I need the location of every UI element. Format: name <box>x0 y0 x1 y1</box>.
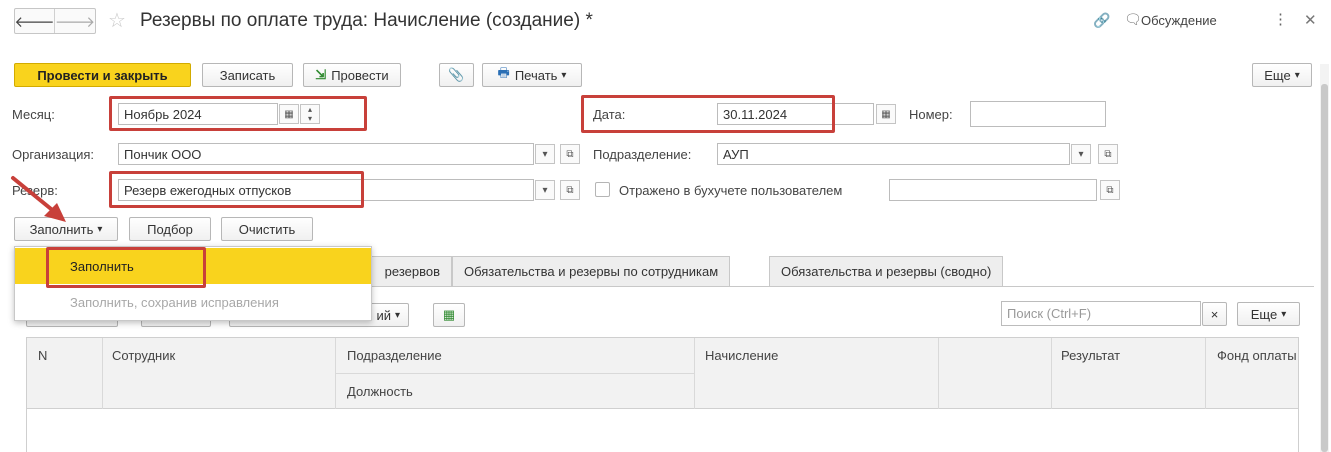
print-button-label: Печать <box>514 67 558 83</box>
open-icon[interactable]: ⧉ <box>1098 144 1118 164</box>
fill-dropdown-menu: Заполнить Заполнить, сохранив исправлени… <box>14 246 372 321</box>
back-icon[interactable]: 🡐 <box>14 9 55 33</box>
save-button[interactable]: Записать <box>202 63 293 87</box>
column-header-n[interactable]: N <box>38 348 47 363</box>
calendar-icon[interactable]: ▦ <box>876 104 896 124</box>
reflected-input[interactable] <box>889 179 1097 201</box>
star-icon[interactable]: ☆ <box>108 8 126 33</box>
dropdown-glyph: ▾ <box>542 184 548 196</box>
post-icon: ⇲ <box>315 67 327 82</box>
open-icon[interactable]: ⧉ <box>1100 180 1120 200</box>
search-input[interactable]: Поиск (Ctrl+F) <box>1001 301 1201 326</box>
column-header-department[interactable]: Подразделение <box>347 348 442 363</box>
stepper-down-icon[interactable]: ▾ <box>301 114 319 123</box>
post-button[interactable]: ⇲ Провести <box>303 63 401 87</box>
date-input[interactable]: 30.11.2024 <box>717 103 874 125</box>
table-more-label: Еще <box>1250 306 1278 322</box>
forward-icon[interactable]: 🡒 <box>55 9 95 33</box>
reflected-label: Отражено в бухучете пользователем <box>619 183 843 198</box>
reflected-checkbox[interactable] <box>595 182 610 197</box>
open-icon[interactable]: ⧉ <box>560 144 580 164</box>
fill-menu-item-label: Заполнить <box>70 258 134 274</box>
post-button-label: Провести <box>331 67 389 83</box>
chevron-down-icon: ▾ <box>394 309 400 321</box>
column-header-position[interactable]: Должность <box>347 384 413 399</box>
tab-obligations-by-employee[interactable]: Обязательства и резервы по сотрудникам <box>452 256 731 286</box>
chat-icon[interactable]: 🗨 <box>1124 11 1142 28</box>
chevron-down-icon: ▾ <box>1294 69 1300 81</box>
calendar-glyph: ▦ <box>881 108 891 120</box>
dropdown-icon[interactable]: ▾ <box>535 180 555 200</box>
search-placeholder: Поиск (Ctrl+F) <box>1007 306 1092 321</box>
dropdown-icon[interactable]: ▾ <box>535 144 555 164</box>
chevron-down-icon: ▾ <box>97 223 103 235</box>
date-label: Дата: <box>593 107 626 122</box>
month-label: Месяц: <box>12 107 55 122</box>
open-icon[interactable]: ⧉ <box>560 180 580 200</box>
number-input[interactable] <box>970 101 1106 127</box>
fill-keep-edits-label: Заполнить, сохранив исправления <box>70 294 279 310</box>
month-input[interactable]: Ноябрь 2024 <box>118 103 278 125</box>
attach-button[interactable]: 📎 <box>439 63 474 87</box>
open-glyph: ⧉ <box>566 184 574 196</box>
column-header-employee[interactable]: Сотрудник <box>112 348 175 363</box>
open-glyph: ⧉ <box>566 148 574 160</box>
data-table[interactable]: N Сотрудник Подразделение Должность Начи… <box>26 337 1299 452</box>
reserve-input[interactable]: Резерв ежегодных отпусков <box>118 179 534 201</box>
scrollbar-thumb[interactable] <box>1321 84 1328 452</box>
arrow-annotation-icon <box>11 176 66 222</box>
print-button[interactable]: 🖶 Печать ▾ <box>482 63 582 87</box>
department-label: Подразделение: <box>593 147 692 162</box>
table-settings-button[interactable]: ▦ <box>433 303 465 327</box>
fill-menu-item[interactable]: Заполнить <box>15 248 371 284</box>
dropdown-glyph: ▾ <box>1078 148 1084 160</box>
chevron-down-icon: ▾ <box>1281 308 1287 320</box>
table-add-icon: ▦ <box>442 307 456 322</box>
tab-obligations-summary[interactable]: Обязательства и резервы (сводно) <box>769 256 1004 286</box>
link-icon[interactable]: 🔗 <box>1093 12 1110 29</box>
dropdown-glyph: ▾ <box>542 148 548 160</box>
month-stepper[interactable]: ▴ ▾ <box>300 104 320 124</box>
organization-input[interactable]: Пончик ООО <box>118 143 534 165</box>
printer-icon: 🖶 <box>497 65 510 80</box>
number-label: Номер: <box>909 107 953 122</box>
select-button[interactable]: Подбор <box>129 217 211 241</box>
chevron-down-icon: ▾ <box>561 69 567 81</box>
tab-label: Обязательства и резервы (сводно) <box>781 264 992 279</box>
tab-label: резервов <box>384 264 440 279</box>
more-button[interactable]: Еще ▾ <box>1252 63 1312 87</box>
stepper-up-icon[interactable]: ▴ <box>301 105 319 114</box>
paperclip-icon: 📎 <box>448 67 465 82</box>
more-button-label: Еще <box>1264 67 1291 83</box>
calendar-icon[interactable]: ▦ <box>279 104 299 124</box>
open-glyph: ⧉ <box>1106 184 1114 196</box>
calendar-glyph: ▦ <box>284 108 294 120</box>
column-header-accrual[interactable]: Начисление <box>705 348 778 363</box>
organization-label: Организация: <box>12 147 95 162</box>
tab-label: Обязательства и резервы по сотрудникам <box>464 264 719 279</box>
open-glyph: ⧉ <box>1104 148 1112 160</box>
fill-keep-edits-menu-item: Заполнить, сохранив исправления <box>15 287 371 317</box>
scrollbar[interactable] <box>1320 64 1329 452</box>
table-more-button[interactable]: Еще ▾ <box>1237 302 1300 326</box>
column-header-payroll-fund[interactable]: Фонд оплаты <box>1217 348 1297 363</box>
more-actions-icon[interactable]: ⋮ <box>1273 10 1288 28</box>
column-header-result[interactable]: Результат <box>1061 348 1120 363</box>
clear-button[interactable]: Очистить <box>221 217 313 241</box>
nav-buttons: 🡐 🡒 <box>14 8 96 34</box>
discussion-link[interactable]: Обсуждение <box>1141 13 1217 28</box>
department-input[interactable]: АУП <box>717 143 1070 165</box>
page-title: Резервы по оплате труда: Начисление (соз… <box>140 10 593 31</box>
sub-toolbar-menu-label: ий <box>376 307 391 323</box>
dropdown-icon[interactable]: ▾ <box>1071 144 1091 164</box>
close-icon[interactable]: ✕ <box>1304 11 1317 29</box>
search-clear-button[interactable]: × <box>1202 302 1227 326</box>
post-and-close-button[interactable]: Провести и закрыть <box>14 63 191 87</box>
